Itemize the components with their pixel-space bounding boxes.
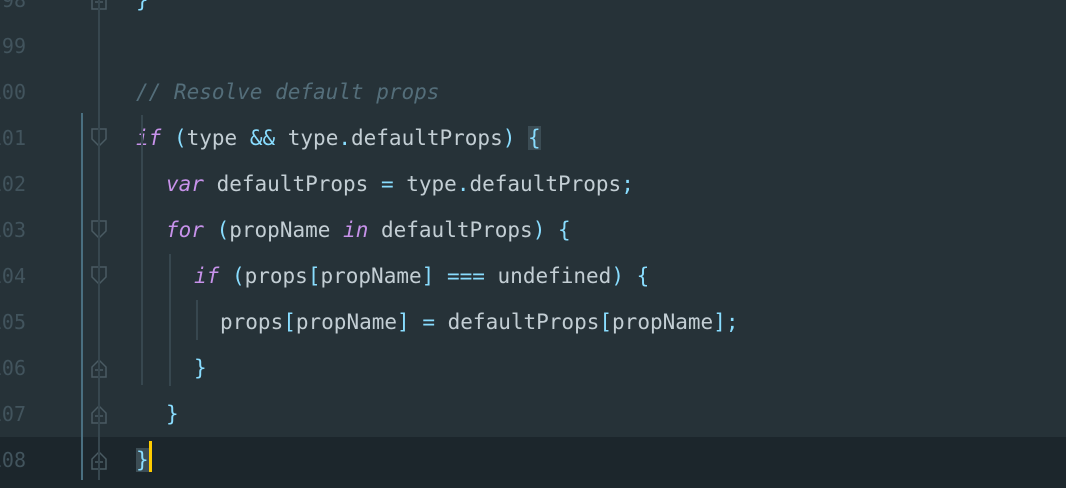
code-token: defaultProps <box>435 310 600 334</box>
code-token: ( <box>231 264 245 288</box>
code-token: ) <box>502 126 516 150</box>
code-token: [ <box>307 264 321 288</box>
code-token: . <box>456 172 470 196</box>
code-token: ] <box>713 310 726 334</box>
code-line[interactable]: 99 <box>0 23 1066 69</box>
code-token: { <box>528 126 541 150</box>
code-text: // Resolve default props <box>136 69 439 115</box>
code-text: } <box>136 0 149 23</box>
line-number: 105 <box>0 310 26 334</box>
code-token: if <box>136 126 162 150</box>
code-token: } <box>136 448 149 472</box>
code-token: var <box>166 172 204 196</box>
text-cursor <box>149 441 152 472</box>
indent-guide-active <box>81 113 83 480</box>
code-text: if (type && type.defaultProps) { <box>136 115 541 161</box>
indent-guide <box>141 115 143 385</box>
code-line[interactable]: 104 if (props[propName] === undefined) { <box>0 253 1066 299</box>
code-token: undefined <box>484 264 612 288</box>
code-token: ; <box>621 172 634 196</box>
line-number: 104 <box>0 264 26 288</box>
line-number: 98 <box>1 0 26 12</box>
code-token: propName <box>612 310 714 334</box>
line-number: 103 <box>0 218 26 242</box>
code-token: props <box>220 310 284 334</box>
code-line[interactable]: 98} <box>0 0 1066 23</box>
line-number: 107 <box>0 402 26 426</box>
code-token: propName <box>229 218 344 242</box>
code-line[interactable]: 107} <box>0 391 1066 437</box>
code-token: in <box>343 218 369 242</box>
code-line[interactable]: 101if (type && type.defaultProps) { <box>0 115 1066 161</box>
code-token: [ <box>599 310 613 334</box>
code-editor[interactable]: 98}99100// Resolve default props101if (t… <box>0 0 1066 488</box>
code-token: = <box>422 310 435 334</box>
code-token: // Resolve default props <box>136 80 440 104</box>
code-line[interactable]: 103 for (propName in defaultProps) { <box>0 207 1066 253</box>
code-token: ( <box>173 126 187 150</box>
code-token: && <box>249 126 276 150</box>
code-token: } <box>166 402 179 426</box>
code-token: defaultProps <box>368 218 533 242</box>
code-token: } <box>136 0 149 12</box>
code-token: ] <box>397 310 410 334</box>
code-token: type <box>275 126 339 150</box>
code-text: var defaultProps = type.defaultProps; <box>166 161 634 207</box>
horizontal-scrollbar-track[interactable] <box>0 480 1066 488</box>
line-number: 106 <box>0 356 26 380</box>
code-token: === <box>446 264 485 288</box>
code-token: = <box>380 172 394 196</box>
code-line[interactable]: 108} <box>0 437 1066 483</box>
line-number: 102 <box>0 172 26 196</box>
code-token: defaultProps <box>469 172 622 196</box>
line-number: 100 <box>0 80 26 104</box>
code-token: type <box>186 126 250 150</box>
code-token: defaultProps <box>203 172 381 196</box>
code-token: ] <box>421 264 435 288</box>
indent-guide <box>98 0 100 480</box>
line-number: 99 <box>1 34 26 58</box>
code-token: { <box>558 218 571 242</box>
code-token: { <box>636 264 650 288</box>
code-line[interactable]: 105props[propName] = defaultProps[propNa… <box>0 299 1066 345</box>
code-token: ; <box>725 310 739 334</box>
line-number: 108 <box>0 448 26 472</box>
code-token: [ <box>283 310 296 334</box>
code-token: for <box>166 218 204 242</box>
code-token: } <box>194 356 207 380</box>
code-token: ) <box>611 264 624 288</box>
line-number: 101 <box>0 126 26 150</box>
code-text: if (props[propName] === undefined) { <box>194 253 649 299</box>
code-token: type <box>393 172 457 196</box>
code-line[interactable]: 102var defaultProps = type.defaultProps; <box>0 161 1066 207</box>
code-text: } <box>194 345 207 391</box>
code-token: propName <box>320 264 422 288</box>
code-token: ) <box>532 218 546 242</box>
code-token: propName <box>295 310 398 334</box>
code-token: props <box>244 264 308 288</box>
code-token: defaultProps <box>351 126 503 150</box>
indent-guide <box>169 254 171 386</box>
code-text: props[propName] = defaultProps[propName]… <box>220 299 739 345</box>
indent-guide <box>196 300 198 340</box>
code-token: if <box>194 264 220 288</box>
code-text: for (propName in defaultProps) { <box>166 207 571 253</box>
code-text: } <box>166 391 179 437</box>
code-text: } <box>136 437 149 483</box>
code-line[interactable]: 106} <box>0 345 1066 391</box>
code-token: . <box>338 126 351 150</box>
code-line[interactable]: 100 // Resolve default props <box>0 69 1066 115</box>
code-token: ( <box>216 218 230 242</box>
